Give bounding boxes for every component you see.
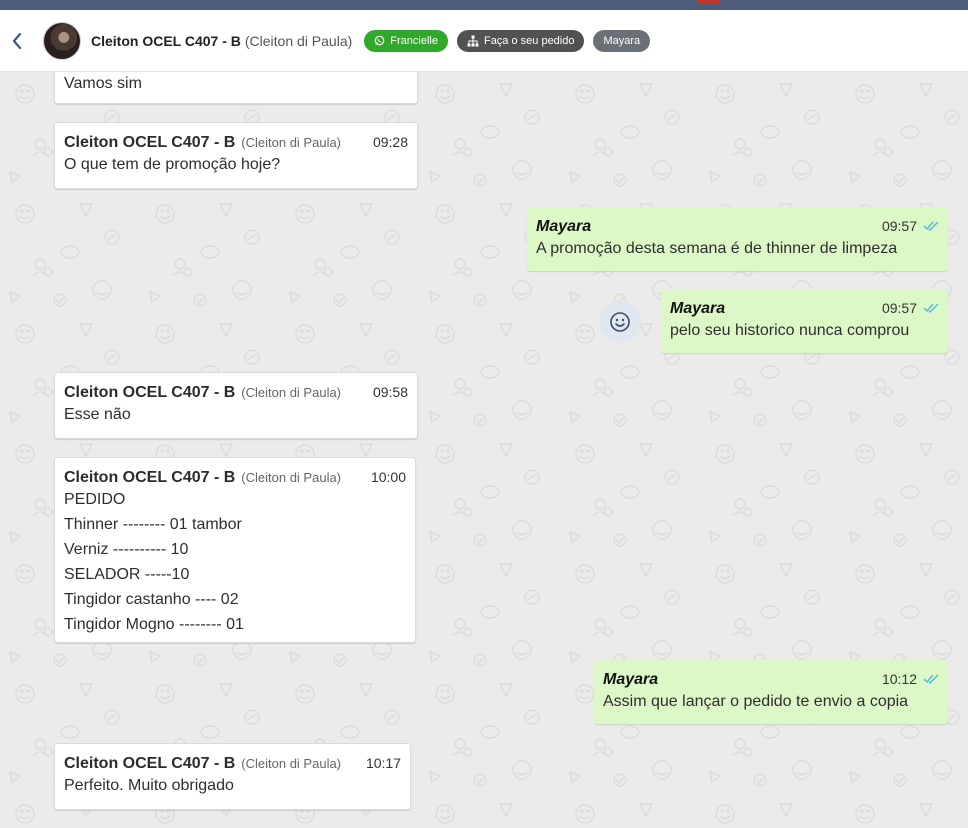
message-incoming[interactable]: Cleiton OCEL C407 - B (Cleiton di Paula)… bbox=[54, 743, 411, 810]
tag-label: Faça o seu pedido bbox=[483, 34, 575, 47]
message-text: Esse não bbox=[64, 406, 131, 423]
message-outgoing[interactable]: Mayara 09:57 pelo seu historico nunca co… bbox=[661, 289, 948, 353]
contact-subname: (Cleiton di Paula) bbox=[244, 32, 353, 49]
sitemap-icon bbox=[467, 35, 479, 46]
message-time: 10:12 bbox=[881, 671, 917, 687]
message-time: 09:57 bbox=[881, 300, 917, 316]
message-text-line: Tingidor castanho ---- 02 bbox=[64, 591, 239, 608]
message-time: 10:00 bbox=[370, 469, 406, 485]
sender-name: Mayara bbox=[536, 218, 592, 235]
contact-name: Cleiton OCEL C407 - B bbox=[91, 32, 241, 49]
chat-area[interactable]: Vamos sim Cleiton OCEL C407 - B (Cleiton… bbox=[0, 72, 968, 828]
react-button[interactable] bbox=[599, 301, 641, 343]
sender-subname: (Cleiton di Paula) bbox=[241, 756, 342, 771]
sender-subname: (Cleiton di Paula) bbox=[241, 470, 342, 485]
double-check-icon bbox=[923, 303, 939, 313]
message-outgoing[interactable]: Mayara 09:57 A promoção desta semana é d… bbox=[527, 207, 948, 271]
message-incoming[interactable]: Cleiton OCEL C407 - B (Cleiton di Paula)… bbox=[54, 457, 416, 643]
tag-faca-pedido[interactable]: Faça o seu pedido bbox=[456, 29, 585, 52]
sender-subname: (Cleiton di Paula) bbox=[241, 135, 342, 150]
sender-name: Mayara bbox=[670, 300, 726, 317]
whatsapp-icon bbox=[374, 35, 385, 46]
message-text: A promoção desta semana é de thinner de … bbox=[536, 240, 898, 257]
message-text-line: SELADOR -----10 bbox=[64, 566, 190, 583]
message-text: Assim que lançar o pedido te envio a cop… bbox=[603, 693, 909, 710]
avatar[interactable] bbox=[43, 21, 81, 60]
sender-name: Cleiton OCEL C407 - B bbox=[64, 469, 236, 486]
tag-label: Mayara bbox=[603, 34, 641, 47]
message-text-line: Thinner -------- 01 tambor bbox=[64, 516, 242, 533]
sender-name: Cleiton OCEL C407 - B bbox=[64, 134, 236, 151]
message-outgoing[interactable]: Mayara 10:12 Assim que lançar o pedido t… bbox=[594, 660, 948, 724]
tag-label: Francielle bbox=[390, 34, 438, 47]
sender-subname: (Cleiton di Paula) bbox=[241, 385, 342, 400]
sender-name: Mayara bbox=[603, 671, 659, 688]
message-incoming[interactable]: Cleiton OCEL C407 - B (Cleiton di Paula)… bbox=[54, 122, 418, 189]
message-incoming[interactable]: Vamos sim bbox=[54, 72, 418, 104]
message-time: 10:17 bbox=[365, 755, 401, 771]
tag-mayara[interactable]: Mayara bbox=[593, 29, 651, 52]
message-text-line: Tingidor Mogno -------- 01 bbox=[64, 616, 244, 633]
message-text: Perfeito. Muito obrigado bbox=[64, 777, 234, 794]
message-time: 09:58 bbox=[372, 384, 408, 400]
smiley-icon bbox=[610, 312, 630, 332]
chevron-left-icon bbox=[12, 32, 22, 49]
message-time: 09:57 bbox=[881, 218, 917, 234]
sender-name: Cleiton OCEL C407 - B bbox=[64, 384, 236, 401]
message-text: O que tem de promoção hoje? bbox=[64, 156, 281, 173]
sender-name: Cleiton OCEL C407 - B bbox=[64, 755, 236, 772]
top-strip-marker bbox=[698, 0, 720, 3]
message-time: 09:28 bbox=[372, 134, 408, 150]
chat-header: Cleiton OCEL C407 - B (Cleiton di Paula)… bbox=[0, 10, 968, 72]
message-text: Vamos sim bbox=[64, 75, 142, 92]
back-button[interactable] bbox=[4, 26, 30, 56]
browser-top-strip bbox=[0, 0, 968, 10]
message-incoming[interactable]: Cleiton OCEL C407 - B (Cleiton di Paula)… bbox=[54, 372, 418, 439]
double-check-icon bbox=[923, 221, 939, 231]
tag-francielle[interactable]: Francielle bbox=[364, 29, 448, 52]
double-check-icon bbox=[923, 674, 939, 684]
message-text-line: Verniz ---------- 10 bbox=[64, 541, 189, 558]
message-text-line: PEDIDO bbox=[64, 491, 126, 508]
message-text: pelo seu historico nunca comprou bbox=[670, 322, 910, 339]
